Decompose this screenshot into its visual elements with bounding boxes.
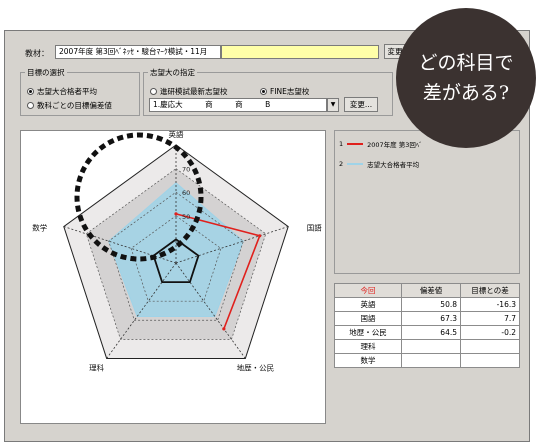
radio-dot <box>260 88 267 95</box>
legend-entry-1: 1 2007年度 第3回ﾍﾞ <box>339 139 422 149</box>
row-diff <box>460 353 520 368</box>
row-value: 64.5 <box>401 325 461 340</box>
target-selection-title: 目標の選択 <box>25 67 67 78</box>
radio-label: 教科ごとの目標偏差値 <box>37 101 112 110</box>
scale-label: 60 <box>182 189 190 197</box>
legend-label: 志望大合格者平均 <box>367 161 420 169</box>
series-current-point <box>222 327 226 331</box>
radio-passer-average[interactable]: 志望大合格者平均 <box>27 86 97 97</box>
radio-label: 進研模試最新志望校 <box>160 87 228 96</box>
legend-panel: 1 2007年度 第3回ﾍﾞ 2 志望大合格者平均 <box>334 130 520 274</box>
legend-num: 2 <box>339 160 344 168</box>
scale-label: 50 <box>182 213 190 221</box>
radio-dot <box>27 102 34 109</box>
table-row: 地歴・公民 64.5 -0.2 <box>334 325 520 340</box>
row-diff <box>460 339 520 354</box>
legend-swatch <box>347 163 364 165</box>
univ-dropdown[interactable]: 1.慶応大 商 商 B <box>149 98 327 112</box>
row-diff: -16.3 <box>460 297 520 312</box>
row-value <box>401 339 461 354</box>
univ-dropdown-value: 1.慶応大 商 商 B <box>153 100 271 109</box>
material-highlight-field[interactable] <box>221 45 379 59</box>
row-subject: 地歴・公民 <box>334 325 402 340</box>
row-subject: 理科 <box>334 339 402 354</box>
univ-selection-title: 志望大の指定 <box>148 67 197 78</box>
score-table: 今回 偏差値 目標との差 英語 50.8 -16.3 国語 67.3 7.7 地… <box>334 283 520 368</box>
table-row: 国語 67.3 7.7 <box>334 311 520 326</box>
row-value: 67.3 <box>401 311 461 326</box>
row-value: 50.8 <box>401 297 461 312</box>
legend-swatch <box>347 143 364 145</box>
chevron-down-icon[interactable]: ▼ <box>327 98 339 112</box>
row-subject: 国語 <box>334 311 402 326</box>
row-subject: 英語 <box>334 297 402 312</box>
table-header-row: 今回 偏差値 目標との差 <box>334 283 520 298</box>
radio-fine-choice[interactable]: FINE志望校 <box>260 86 309 97</box>
header-deviation: 偏差値 <box>401 283 461 298</box>
radio-dot <box>27 88 34 95</box>
legend-num: 1 <box>339 140 344 148</box>
univ-selection-group: 志望大の指定 進研模試最新志望校 FINE志望校 1.慶応大 商 商 B ▼ 変… <box>143 67 393 116</box>
scale-label: 70 <box>182 166 190 174</box>
series-current-point <box>258 234 262 238</box>
radio-dot <box>150 88 157 95</box>
radio-shinken-latest[interactable]: 進研模試最新志望校 <box>150 86 228 97</box>
radar-chart-panel: 英語国語地歴・公民 理科 数学 70 60 50 <box>20 130 326 424</box>
header-diff: 目標との差 <box>460 283 520 298</box>
callout-bubble: どの科目で 差がある? <box>396 8 536 148</box>
radio-label: FINE志望校 <box>270 87 310 96</box>
series-current-point <box>174 212 178 216</box>
axis-label: 理科 <box>89 362 104 372</box>
radio-label: 志望大合格者平均 <box>37 87 97 96</box>
axis-label: 地歴・公民 <box>237 362 275 372</box>
row-subject: 数学 <box>334 353 402 368</box>
axis-label: 数学 <box>32 223 47 233</box>
table-row: 理科 <box>334 339 520 354</box>
legend-label: 2007年度 第3回ﾍﾞ <box>367 141 423 149</box>
axis-label: 国語 <box>307 223 322 233</box>
univ-change-button[interactable]: 変更... <box>344 97 378 112</box>
material-label: 教材： <box>25 49 49 58</box>
header-current: 今回 <box>334 283 402 298</box>
radio-subject-target[interactable]: 教科ごとの目標偏差値 <box>27 100 112 111</box>
callout-line-1: どの科目で <box>418 52 514 74</box>
legend-entry-2: 2 志望大合格者平均 <box>339 159 419 169</box>
row-value <box>401 353 461 368</box>
axis-label: 英語 <box>169 131 184 139</box>
row-diff: -0.2 <box>460 325 520 340</box>
table-row: 英語 50.8 -16.3 <box>334 297 520 312</box>
target-selection-group: 目標の選択 志望大合格者平均 教科ごとの目標偏差値 <box>20 67 140 116</box>
callout-line-2: 差がある? <box>422 82 510 104</box>
table-row: 数学 <box>334 353 520 368</box>
radar-chart: 英語国語地歴・公民 理科 数学 70 60 50 <box>32 131 322 372</box>
row-diff: 7.7 <box>460 311 520 326</box>
material-field[interactable]: 2007年度 第3回ﾍﾞﾈｯｾ・駿台ﾏｰｸ模試・11月 <box>55 45 221 59</box>
